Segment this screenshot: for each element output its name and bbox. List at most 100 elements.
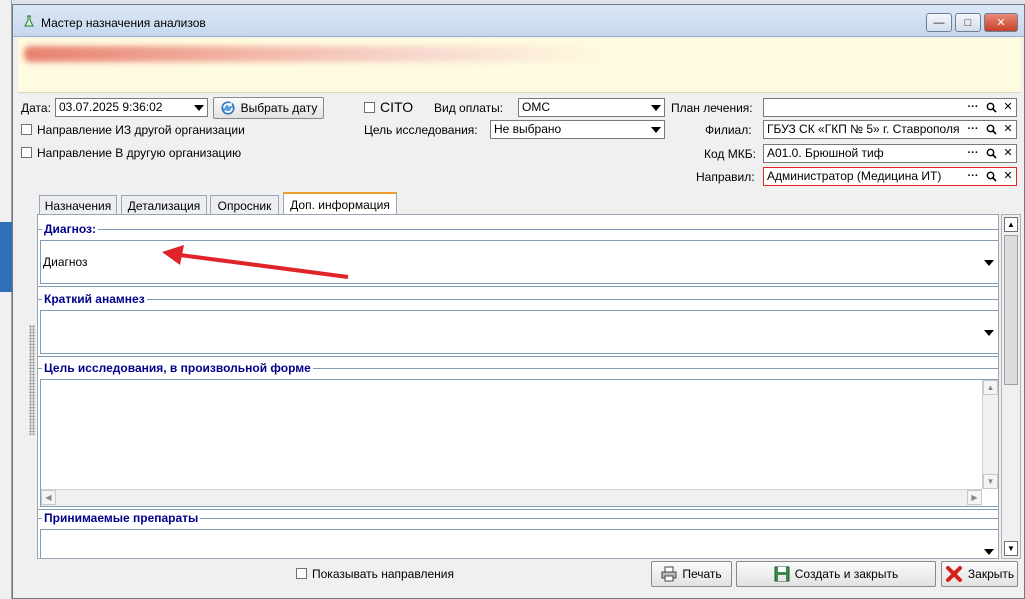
- splitter-grip[interactable]: [29, 325, 35, 435]
- maximize-button[interactable]: □: [955, 13, 981, 32]
- chevron-down-icon[interactable]: [984, 549, 994, 555]
- branch-field[interactable]: ГБУЗ СК «ГКП № 5» г. Ставрополя ··· ✕: [763, 120, 1017, 139]
- close-window-button[interactable]: ✕: [984, 13, 1018, 32]
- anamnesis-field[interactable]: [40, 310, 998, 354]
- close-button[interactable]: Закрыть: [941, 561, 1018, 587]
- ellipsis-icon[interactable]: ···: [964, 121, 982, 138]
- chevron-down-icon: [651, 127, 661, 133]
- search-icon[interactable]: [982, 168, 1000, 185]
- patient-banner: [18, 38, 1021, 93]
- purpose-select[interactable]: Не выбрано: [490, 120, 665, 139]
- date-label: Дата:: [21, 101, 51, 115]
- tab-details[interactable]: Детализация: [121, 195, 207, 215]
- clear-icon[interactable]: ✕: [999, 168, 1016, 185]
- purpose-value: Не выбрано: [494, 122, 562, 136]
- print-button[interactable]: Печать: [651, 561, 732, 587]
- tab-label: Доп. информация: [290, 197, 390, 212]
- background-app-strip: [0, 0, 12, 599]
- scroll-thumb[interactable]: [1004, 235, 1018, 385]
- from-org-label: Направление ИЗ другой организации: [37, 123, 245, 137]
- date-value: 03.07.2025 9:36:02: [59, 100, 163, 114]
- show-directions-label: Показывать направления: [312, 567, 454, 581]
- background-app-panel: [0, 222, 12, 292]
- flask-icon: [24, 15, 34, 27]
- scroll-up-icon[interactable]: ▲: [1004, 217, 1018, 232]
- mkb-label: Код МКБ:: [704, 147, 756, 161]
- purpose-free-memo[interactable]: ▲ ▼ ◀ ▶: [40, 379, 998, 507]
- purpose-free-title: Цель исследования, в произвольной форме: [42, 361, 313, 375]
- memo-vertical-scrollbar[interactable]: ▲ ▼: [982, 380, 998, 489]
- memo-horizontal-scrollbar[interactable]: ◀ ▶: [41, 489, 982, 506]
- close-label: Закрыть: [967, 567, 1015, 581]
- date-field[interactable]: 03.07.2025 9:36:02: [55, 98, 208, 117]
- minimize-button[interactable]: —: [926, 13, 952, 32]
- refresh-icon: [221, 101, 235, 115]
- ellipsis-icon[interactable]: ···: [964, 145, 982, 162]
- cito-checkbox[interactable]: [364, 102, 375, 113]
- show-directions-checkbox[interactable]: [296, 568, 307, 579]
- create-close-label: Создать и закрыть: [794, 567, 899, 581]
- referrer-value: Администратор (Медицина ИТ): [767, 169, 942, 183]
- minimize-icon: —: [933, 16, 945, 29]
- drugs-field[interactable]: [40, 529, 998, 558]
- chevron-down-icon: [194, 105, 204, 111]
- printer-icon: [661, 566, 677, 582]
- ellipsis-icon[interactable]: ···: [964, 99, 982, 116]
- purpose-label: Цель исследования:: [364, 123, 478, 137]
- diagnosis-value: Диагноз: [43, 255, 88, 269]
- additional-info-panel: Диагноз: Диагноз Краткий анамнез Цель ис…: [37, 214, 999, 559]
- analysis-wizard-window: Мастер назначения анализов — □ ✕ Дата: 0…: [12, 4, 1025, 599]
- purpose-free-group: Цель исследования, в произвольной форме …: [38, 361, 998, 510]
- clear-icon[interactable]: ✕: [999, 121, 1016, 138]
- cito-label: CITO: [380, 99, 414, 115]
- pick-date-button[interactable]: Выбрать дату: [213, 97, 324, 119]
- search-icon[interactable]: [982, 145, 1000, 162]
- drugs-title: Принимаемые препараты: [42, 511, 201, 525]
- scroll-down-icon[interactable]: ▼: [983, 474, 998, 489]
- to-org-checkbox[interactable]: [21, 147, 32, 158]
- diagnosis-title: Диагноз:: [42, 222, 98, 236]
- print-label: Печать: [682, 567, 722, 581]
- from-org-checkbox[interactable]: [21, 124, 32, 135]
- payment-value: ОМС: [522, 100, 550, 114]
- clear-icon[interactable]: ✕: [999, 145, 1016, 162]
- search-icon[interactable]: [982, 121, 1000, 138]
- tab-additional-info[interactable]: Доп. информация: [283, 192, 397, 215]
- referrer-label: Направил:: [696, 170, 755, 184]
- pick-date-label: Выбрать дату: [240, 101, 318, 115]
- branch-label: Филиал:: [705, 123, 752, 137]
- anamnesis-group: Краткий анамнез: [38, 292, 998, 357]
- anamnesis-title: Краткий анамнез: [42, 292, 147, 306]
- annotation-arrow-icon: [162, 245, 349, 279]
- maximize-icon: □: [964, 16, 972, 29]
- search-icon[interactable]: [982, 99, 1000, 116]
- tab-label: Опросник: [217, 198, 272, 213]
- tab-assignments[interactable]: Назначения: [39, 195, 117, 215]
- tab-questionnaire[interactable]: Опросник: [210, 195, 279, 215]
- scroll-left-icon[interactable]: ◀: [41, 490, 56, 505]
- chevron-down-icon[interactable]: [984, 330, 994, 336]
- tab-label: Назначения: [44, 198, 112, 213]
- scroll-down-icon[interactable]: ▼: [1004, 541, 1018, 556]
- scroll-right-icon[interactable]: ▶: [967, 490, 982, 505]
- window-title: Мастер назначения анализов: [41, 16, 206, 30]
- scroll-up-icon[interactable]: ▲: [983, 380, 998, 395]
- close-icon: [945, 566, 962, 582]
- referrer-field[interactable]: Администратор (Медицина ИТ) ··· ✕: [763, 167, 1017, 186]
- tab-label: Детализация: [127, 198, 201, 213]
- create-close-button[interactable]: Создать и закрыть: [736, 561, 936, 587]
- plan-field[interactable]: ··· ✕: [763, 98, 1017, 117]
- payment-label: Вид оплаты:: [434, 101, 504, 115]
- ellipsis-icon[interactable]: ···: [964, 168, 982, 185]
- clear-icon[interactable]: ✕: [999, 99, 1016, 116]
- to-org-label: Направление В другую организацию: [37, 146, 242, 160]
- payment-select[interactable]: ОМС: [518, 98, 665, 117]
- mkb-field[interactable]: A01.0. Брюшной тиф ··· ✕: [763, 144, 1017, 163]
- title-bar[interactable]: Мастер назначения анализов — □ ✕: [13, 5, 1024, 37]
- panel-vertical-scrollbar[interactable]: ▲ ▼: [1001, 214, 1021, 559]
- mkb-value: A01.0. Брюшной тиф: [767, 146, 884, 160]
- redacted-patient-info: [24, 46, 604, 62]
- drugs-group: Принимаемые препараты: [38, 511, 998, 558]
- close-icon: ✕: [996, 17, 1006, 29]
- chevron-down-icon[interactable]: [984, 260, 994, 266]
